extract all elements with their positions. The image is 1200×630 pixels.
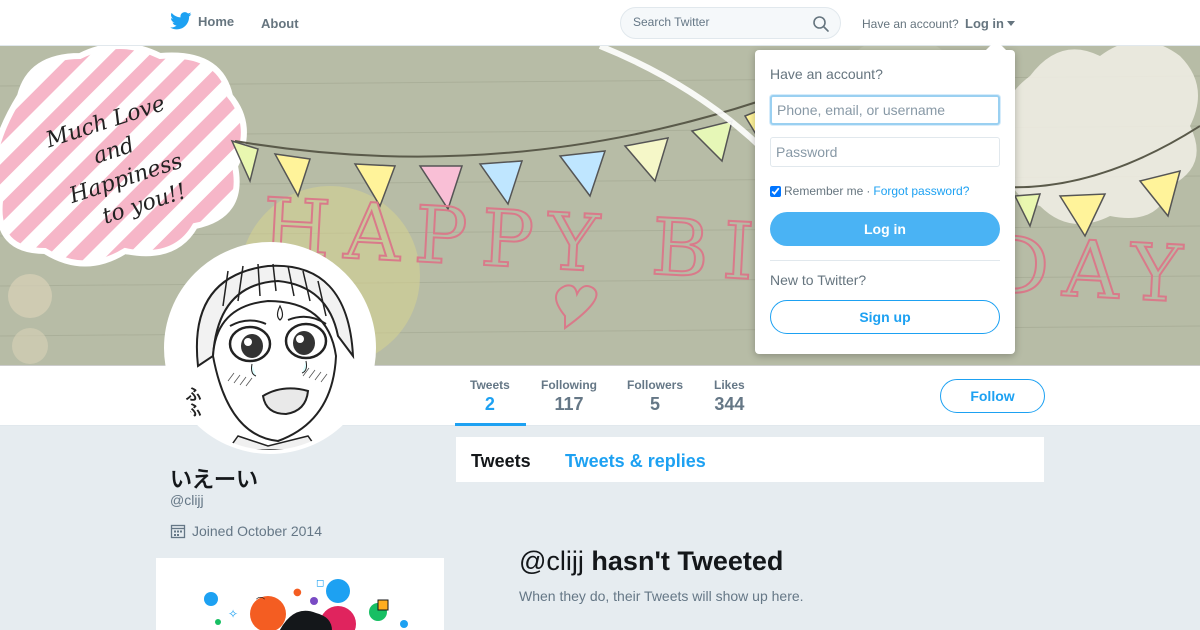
stat-value: 2 [484, 394, 495, 414]
avatar-image: ふふ [168, 246, 372, 450]
tab-tweets[interactable]: Tweets [471, 451, 531, 472]
empty-timeline-message: hasn't Tweeted [591, 546, 784, 576]
twitter-bird-icon [170, 12, 192, 30]
svg-text:⌒: ⌒ [256, 597, 265, 608]
joined-date: Joined October 2014 [170, 523, 322, 539]
search-input[interactable] [633, 15, 803, 29]
login-link-label: Log in [965, 16, 1004, 31]
forgot-password-link[interactable]: Forgot password? [873, 184, 969, 198]
stat-value: 117 [554, 394, 584, 414]
remember-me-label[interactable]: Remember me [784, 184, 863, 198]
dropdown-divider [770, 260, 1000, 261]
stat-followers[interactable]: Followers 5 [627, 378, 683, 415]
signup-button[interactable]: Sign up [770, 300, 1000, 334]
login-dropdown-toggle[interactable]: Log in [965, 16, 1015, 31]
new-to-twitter-text: New to Twitter? [770, 272, 867, 288]
nav-about-link[interactable]: About [261, 16, 299, 31]
profile-avatar[interactable]: ふふ [164, 242, 376, 454]
stat-value: 5 [650, 394, 661, 414]
media-illustration: ✧ ● ◻ ⌒ [204, 578, 408, 630]
calendar-icon [170, 524, 186, 539]
tab-tweets-and-replies[interactable]: Tweets & replies [565, 451, 706, 472]
login-button[interactable]: Log in [770, 212, 1000, 246]
stat-label: Followers [627, 378, 684, 392]
search-icon[interactable] [812, 15, 830, 33]
media-illustration-card: ✧ ● ◻ ⌒ [156, 558, 444, 630]
stat-likes[interactable]: Likes 344 [714, 378, 745, 415]
nav-home-link[interactable]: Home [170, 12, 234, 30]
stat-label: Likes [714, 378, 745, 392]
follow-button[interactable]: Follow [940, 379, 1045, 413]
profile-screen-name[interactable]: @clijj [170, 492, 204, 508]
timeline-tabs: Tweets Tweets & replies [456, 437, 1044, 482]
username-field[interactable] [770, 95, 1000, 125]
stat-tweets[interactable]: Tweets 2 [470, 378, 510, 415]
active-stat-indicator [455, 423, 526, 426]
empty-timeline-subtitle: When they do, their Tweets will show up … [519, 588, 804, 604]
remember-row: Remember me · Forgot password? [770, 184, 969, 198]
joined-label: Joined October 2014 [192, 523, 322, 539]
svg-text:◻: ◻ [316, 578, 324, 589]
stat-label: Following [541, 378, 597, 392]
login-dropdown: Have an account? Remember me · Forgot pa… [755, 50, 1015, 354]
svg-text:●: ● [293, 587, 302, 598]
password-field[interactable] [770, 137, 1000, 167]
svg-text:✧: ✧ [228, 607, 238, 621]
remember-me-checkbox[interactable] [770, 185, 781, 197]
have-account-text: Have an account? [862, 17, 959, 31]
caret-down-icon [1007, 21, 1015, 26]
nav-home-label: Home [198, 13, 235, 29]
dropdown-caret [986, 40, 1006, 50]
separator-dot: · [866, 184, 871, 198]
stat-label: Tweets [470, 378, 510, 392]
empty-timeline-title: @clijj hasn't Tweeted [519, 546, 783, 577]
profile-display-name[interactable]: いえーい [170, 462, 258, 494]
stat-value: 344 [714, 394, 745, 414]
empty-timeline-handle: @clijj [519, 546, 584, 576]
stat-following[interactable]: Following 117 [541, 378, 597, 415]
search-box [620, 7, 841, 39]
login-dropdown-heading: Have an account? [770, 66, 883, 82]
top-nav: Home About Have an account? Log in [0, 0, 1200, 46]
